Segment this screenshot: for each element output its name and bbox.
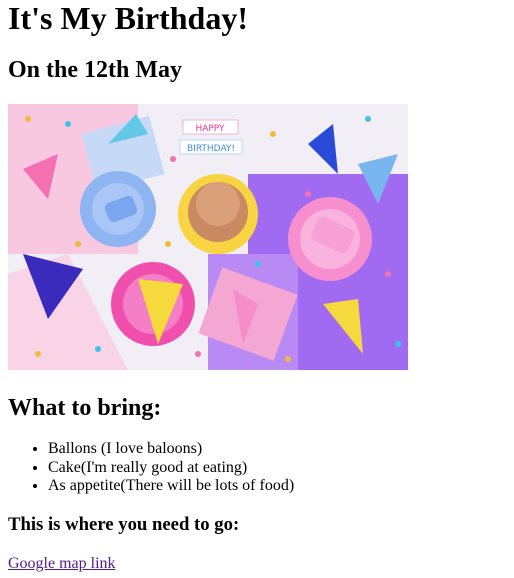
list-item: Ballons (I love baloons) — [48, 440, 294, 459]
page-title: It's My Birthday! — [8, 0, 248, 36]
banner-happy-text: HAPPY — [195, 124, 225, 134]
what-to-bring-heading: What to bring: — [8, 395, 162, 421]
list-item: Cake(I'm really good at eating) — [48, 459, 294, 478]
list-item: As appetite(There will be lots of food) — [48, 477, 294, 496]
bring-list: Ballons (I love baloons) Cake(I'm really… — [8, 440, 294, 496]
where-to-go-heading: This is where you need to go: — [8, 514, 240, 535]
banner-birthday-text: BIRTHDAY! — [187, 144, 235, 154]
party-flatlay-image: HAPPY BIRTHDAY! — [8, 104, 408, 370]
google-map-link[interactable]: Google map link — [8, 554, 116, 574]
date-heading: On the 12th May — [8, 57, 182, 83]
